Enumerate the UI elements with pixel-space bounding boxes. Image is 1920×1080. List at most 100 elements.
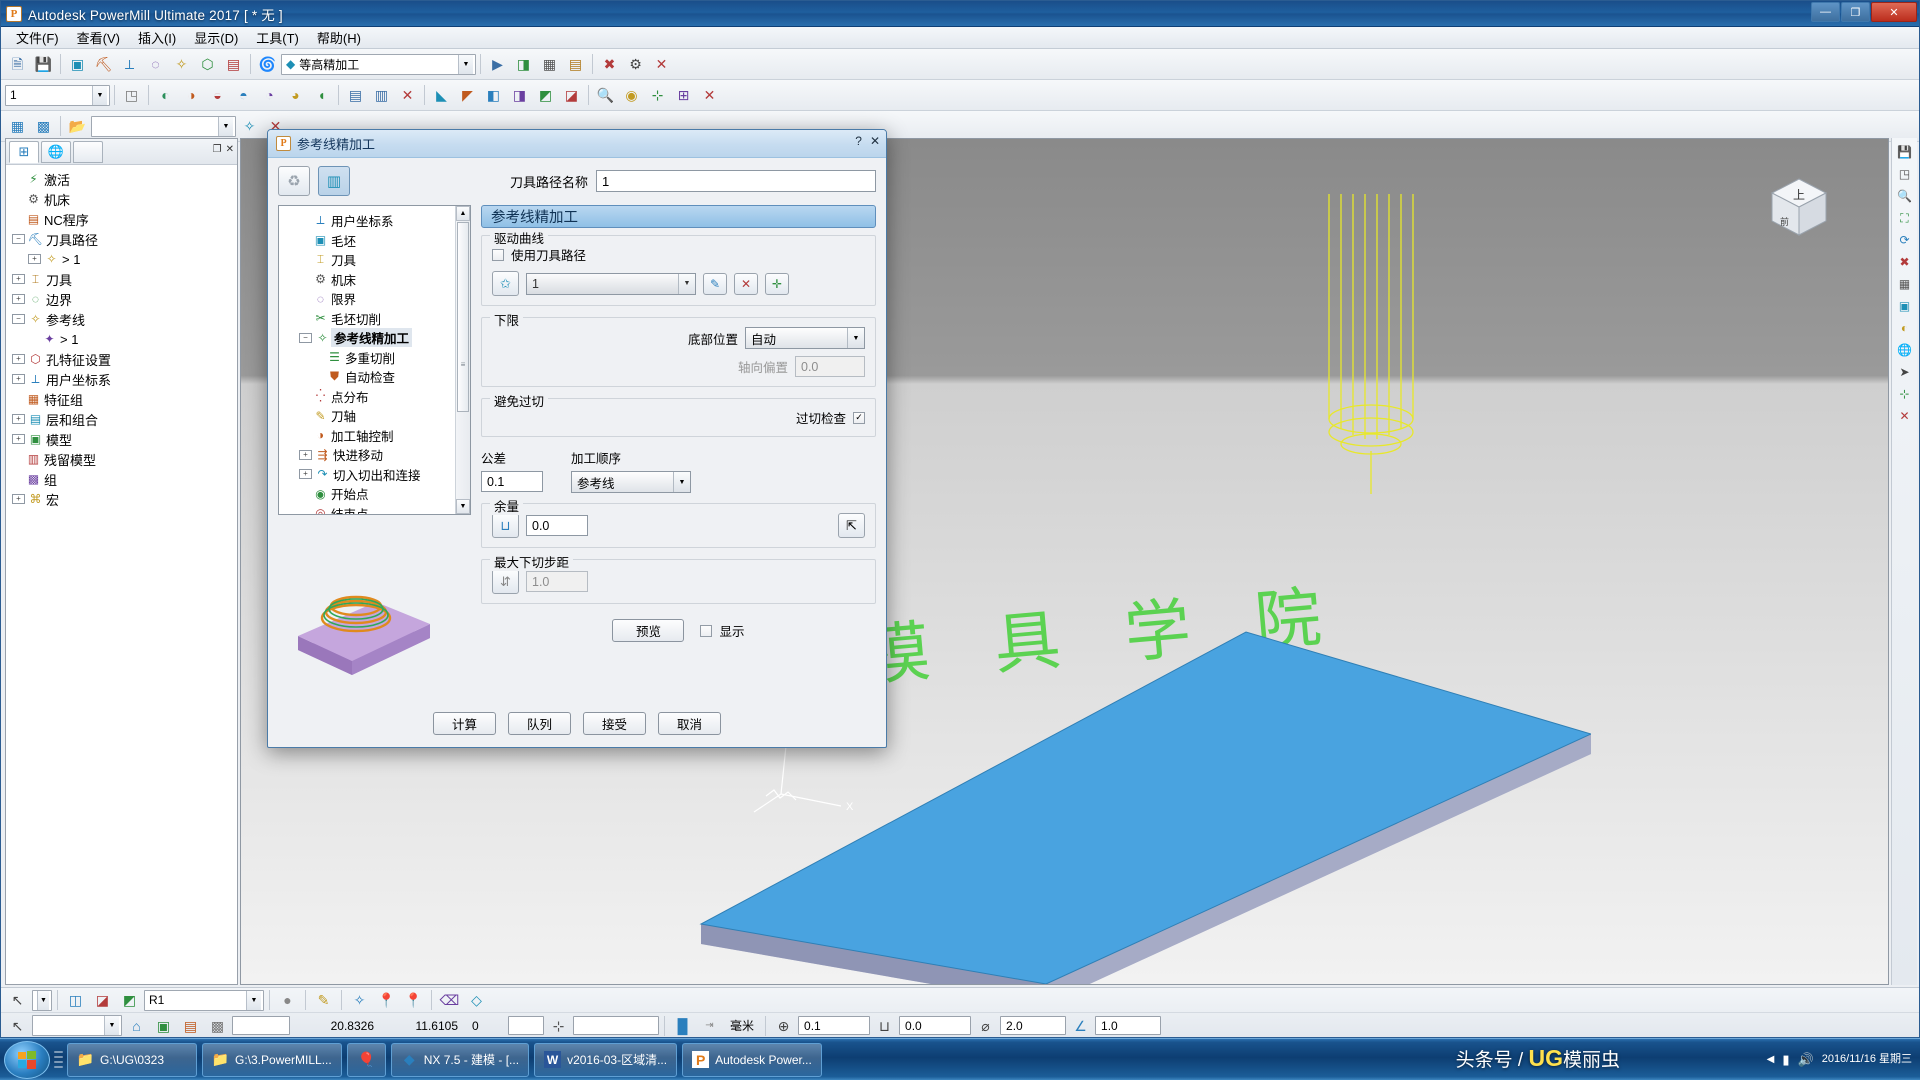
explorer-item[interactable]: ▤ NC程序: [8, 209, 237, 229]
units-icon[interactable]: ⇥: [697, 1013, 722, 1038]
save-icon[interactable]: 💾: [31, 52, 56, 77]
scroll-thumb[interactable]: ≡: [457, 222, 469, 412]
toolpath-icon[interactable]: ⛏: [91, 52, 116, 77]
delete-all-icon[interactable]: ✕: [649, 52, 674, 77]
status-diameter-value[interactable]: 2.0: [1000, 1016, 1067, 1035]
strategy-combo[interactable]: ◆ 等高精加工 ▼: [281, 53, 476, 75]
explorer-item[interactable]: ⚡ 激活: [8, 169, 237, 189]
explorer-tab-world[interactable]: 🌐: [41, 140, 71, 163]
expand-icon[interactable]: +: [12, 434, 25, 444]
status-eraser-icon[interactable]: ⌫: [437, 988, 462, 1013]
light-icon[interactable]: ◉: [619, 83, 644, 108]
dialog-tree-item[interactable]: ◑ 加工轴控制: [283, 426, 470, 446]
bottom-position-combo[interactable]: 自动 ▼: [745, 327, 865, 349]
dialog-tree-item[interactable]: ⌶ 刀具: [283, 250, 470, 270]
rail-measure-icon[interactable]: ⊹: [1894, 384, 1916, 404]
taskbar-item[interactable]: 🎈: [346, 1042, 386, 1077]
explorer-item[interactable]: + ⌘ 宏: [8, 489, 237, 509]
taskbar-item[interactable]: 📁 G:\UG\0323: [67, 1042, 197, 1077]
rail-delete-icon[interactable]: ✕: [1894, 406, 1916, 426]
dialog-tree-item[interactable]: + ↷ 切入切出和连接: [283, 465, 470, 485]
rail-block-icon[interactable]: ▣: [1894, 296, 1916, 316]
dialog-tree-item[interactable]: + ⇶ 快进移动: [283, 445, 470, 465]
menu-view[interactable]: 查看(V): [68, 26, 129, 49]
stepdown-icon[interactable]: ⇵: [492, 569, 519, 594]
calculate-button[interactable]: 计算: [433, 712, 496, 735]
chevron-down-icon-4[interactable]: ▼: [37, 990, 49, 1010]
dialog-tree-item[interactable]: ⛊ 自动检查: [283, 367, 470, 387]
status-tool2-icon[interactable]: ◪: [90, 988, 115, 1013]
dialog-tree-item[interactable]: ◎ 结束点: [283, 504, 470, 514]
dialog-tree-item[interactable]: − ✧ 参考线精加工: [283, 328, 470, 348]
status-cursor-icon[interactable]: ↖: [5, 988, 30, 1013]
status-angle-value[interactable]: 1.0: [1095, 1016, 1162, 1035]
rail-view-icon[interactable]: ◳: [1894, 164, 1916, 184]
menu-help[interactable]: 帮助(H): [308, 26, 370, 49]
status-pin1-icon[interactable]: 📍: [374, 988, 399, 1013]
explorer-item[interactable]: + ▣ 模型: [8, 429, 237, 449]
strategy-icon[interactable]: ▥: [318, 166, 350, 196]
shade-gouge-icon[interactable]: ◕: [283, 83, 308, 108]
status2-home-icon[interactable]: ⌂: [124, 1013, 149, 1038]
expand-icon[interactable]: +: [12, 494, 25, 504]
workplane-icon[interactable]: ⟂: [117, 52, 142, 77]
measure-icon[interactable]: ⊹: [645, 83, 670, 108]
dialog-tree-item[interactable]: ⟂ 用户坐标系: [283, 211, 470, 231]
boundary-icon[interactable]: ◌: [143, 52, 168, 77]
tolerance-input[interactable]: 0.1: [481, 471, 543, 492]
status-small-field[interactable]: [232, 1016, 290, 1035]
taskbar-item[interactable]: P Autodesk Power...: [682, 1042, 822, 1077]
expand-icon[interactable]: +: [12, 374, 25, 384]
list-view-icon[interactable]: ▤: [343, 83, 368, 108]
explorer-tab-blank[interactable]: [73, 140, 103, 163]
tool-combo[interactable]: 1 ▼: [5, 84, 110, 106]
status-tool3-icon[interactable]: ◩: [117, 988, 142, 1013]
pattern-pick-icon[interactable]: ✩: [492, 271, 519, 296]
status-name-combo[interactable]: R1 ▼: [144, 989, 264, 1011]
rail-close-icon[interactable]: ✖: [1894, 252, 1916, 272]
rail-fit-icon[interactable]: ⛶: [1894, 208, 1916, 228]
status-combo-1[interactable]: ▼: [32, 989, 52, 1011]
expand-icon[interactable]: +: [12, 414, 25, 424]
chevron-down-icon-6[interactable]: ▼: [104, 1016, 119, 1035]
stepdown-input[interactable]: 1.0: [526, 571, 588, 592]
status-thickness-value[interactable]: 0.0: [899, 1016, 972, 1035]
draw-stock-icon[interactable]: ◩: [533, 83, 558, 108]
order-combo[interactable]: 参考线 ▼: [571, 471, 691, 493]
expand-icon[interactable]: +: [12, 294, 25, 304]
status-point-icon[interactable]: ✧: [347, 988, 372, 1013]
dialog-tree-item[interactable]: ✎ 刀轴: [283, 406, 470, 426]
status2-bars-icon[interactable]: ▐▌: [670, 1013, 695, 1038]
status-pin2-icon[interactable]: 📍: [401, 988, 426, 1013]
dialog-tree-item[interactable]: ◌ 限界: [283, 289, 470, 309]
menu-display[interactable]: 显示(D): [185, 26, 247, 49]
rail-cursor-icon[interactable]: ➤: [1894, 362, 1916, 382]
viewmill-icon[interactable]: ◨: [511, 52, 536, 77]
shade-multi-icon[interactable]: ◔: [257, 83, 282, 108]
view-iso-icon[interactable]: ◳: [119, 83, 144, 108]
explorer-item[interactable]: + ⬡ 孔特征设置: [8, 349, 237, 369]
explorer-item[interactable]: + ⟂ 用户坐标系: [8, 369, 237, 389]
preview-button[interactable]: 预览: [612, 619, 685, 642]
chevron-down-icon-pattern[interactable]: ▼: [678, 273, 695, 294]
close-button[interactable]: ✕: [1871, 2, 1917, 22]
taskbar-item[interactable]: 📁 G:\3.PowerMILL...: [202, 1042, 342, 1077]
dialog-close-icon[interactable]: ✕: [870, 134, 880, 148]
simulate-icon[interactable]: ▶: [485, 52, 510, 77]
machine-icon[interactable]: ⚙: [623, 52, 648, 77]
explorer-item[interactable]: + ⌶ 刀具: [8, 269, 237, 289]
status2-cube-icon[interactable]: ▣: [151, 1013, 176, 1038]
shade-drafts-icon[interactable]: ◖: [309, 83, 334, 108]
dialog-tree-item[interactable]: ✂ 毛坯切削: [283, 309, 470, 329]
gouge-check-checkbox[interactable]: ✓: [853, 411, 865, 424]
new-icon[interactable]: 🗎: [5, 52, 30, 77]
windows-start-icon[interactable]: [4, 1040, 50, 1079]
explorer-item[interactable]: ✦ > 1: [8, 329, 237, 349]
taskbar-grip[interactable]: [54, 1043, 63, 1077]
pattern-add-icon[interactable]: ✛: [765, 272, 789, 295]
dialog-tree-item[interactable]: ▣ 毛坯: [283, 231, 470, 251]
explorer-tab-tree[interactable]: ⊞: [9, 140, 39, 163]
help-icon[interactable]: ?: [855, 134, 862, 148]
status-tolerance-value[interactable]: 0.1: [798, 1016, 871, 1035]
chevron-down-icon-5[interactable]: ▼: [246, 990, 261, 1010]
